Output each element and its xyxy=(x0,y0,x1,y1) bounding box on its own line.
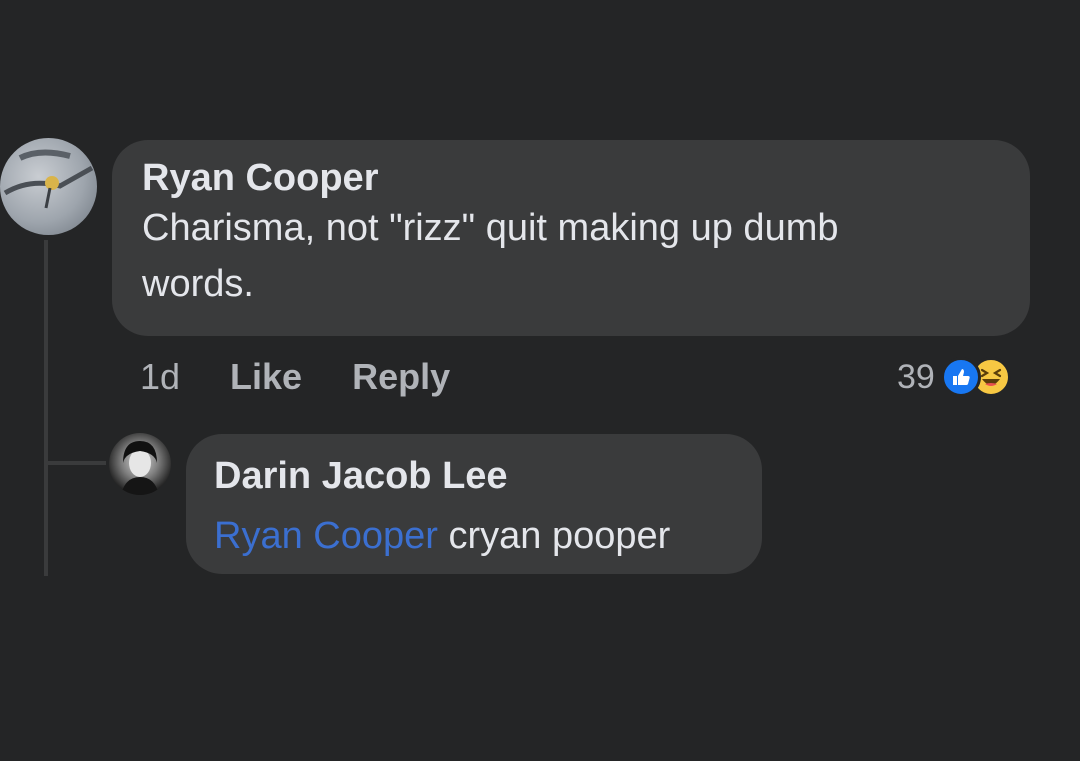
reply-bubble: Darin Jacob Lee Ryan Cooper cryan pooper xyxy=(186,434,762,574)
comment-avatar[interactable] xyxy=(0,138,97,235)
comment-author[interactable]: Ryan Cooper xyxy=(142,156,1000,200)
avatar-image xyxy=(3,149,94,209)
reaction-summary[interactable]: 39 xyxy=(897,354,1011,400)
thread-line xyxy=(44,240,48,576)
reply-branch-line xyxy=(44,461,106,465)
avatar-image xyxy=(121,441,159,495)
reply-avatar[interactable] xyxy=(109,433,171,495)
comment-text-line-1: Charisma, not "rizz" quit making up dumb xyxy=(142,207,839,249)
reply-text-body: cryan pooper xyxy=(437,515,671,557)
comment-bubble: Ryan Cooper Charisma, not "rizz" quit ma… xyxy=(112,140,1030,336)
comment-meta: 1d Like Reply xyxy=(140,354,500,400)
reply-text: Ryan Cooper cryan pooper xyxy=(214,508,734,564)
reply-author[interactable]: Darin Jacob Lee xyxy=(214,454,734,498)
reply-button[interactable]: Reply xyxy=(352,356,450,398)
like-button[interactable]: Like xyxy=(230,356,302,398)
reply-mention-link[interactable]: Ryan Cooper xyxy=(214,515,438,557)
reaction-count: 39 xyxy=(897,357,935,396)
comment-timestamp[interactable]: 1d xyxy=(140,356,180,398)
comment-text-line-2: words. xyxy=(142,263,254,305)
like-icon xyxy=(940,357,981,397)
